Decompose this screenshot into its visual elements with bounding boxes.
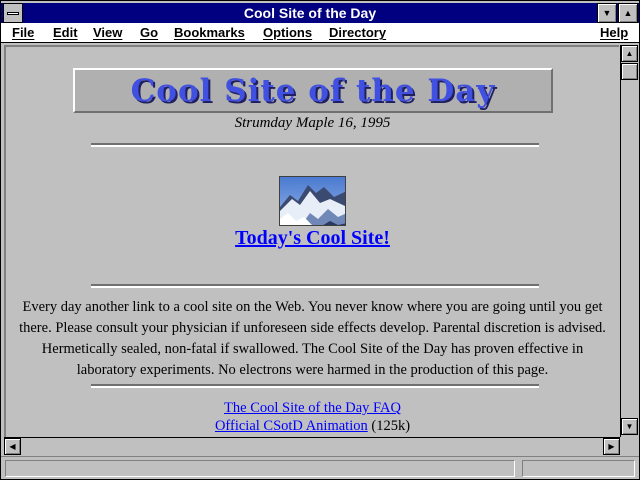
scroll-up-button[interactable]: ▲ [621, 45, 638, 62]
scroll-down-button[interactable]: ▼ [621, 418, 638, 435]
todays-cool-site-link-text[interactable]: Today's Cool Site! [235, 227, 390, 249]
faq-line: The Cool Site of the Day FAQ [6, 399, 619, 417]
menu-go[interactable]: Go [140, 24, 158, 41]
vertical-scrollbar[interactable]: ▲ ▼ [620, 45, 638, 437]
triangle-down-icon: ▼ [602, 8, 612, 18]
faq-link[interactable]: The Cool Site of the Day FAQ [224, 400, 401, 416]
menu-file[interactable]: File [12, 24, 34, 41]
mountain-image[interactable] [279, 176, 346, 226]
banner-title: Cool Site of the Day [130, 73, 496, 109]
progress-indicator [522, 460, 635, 477]
scroll-left-button[interactable]: ◀ [4, 438, 21, 455]
status-message [5, 460, 515, 477]
arrow-down-icon: ▼ [625, 422, 634, 431]
divider [91, 284, 539, 288]
maximize-button[interactable]: ▲ [618, 3, 638, 23]
menu-bar: File Edit View Go Bookmarks Options Dire… [1, 23, 639, 43]
minimize-button[interactable]: ▼ [597, 3, 617, 23]
menu-options[interactable]: Options [263, 24, 312, 41]
arrow-left-icon: ◀ [9, 442, 16, 451]
divider [91, 384, 539, 388]
arrow-up-icon: ▲ [625, 49, 634, 58]
mountain-picture [280, 177, 345, 225]
vertical-scroll-thumb[interactable] [621, 63, 638, 80]
menu-edit[interactable]: Edit [53, 24, 78, 41]
animation-size: (125k) [371, 418, 411, 434]
divider [91, 143, 539, 147]
todays-cool-site-link[interactable]: Today's Cool Site! [6, 227, 619, 250]
site-banner: Cool Site of the Day [73, 68, 553, 113]
page-viewport[interactable]: Cool Site of the Day Strumday Maple 16, … [4, 45, 619, 437]
intro-paragraph: Every day another link to a cool site on… [19, 299, 606, 378]
status-bar [1, 456, 639, 479]
menu-bookmarks[interactable]: Bookmarks [174, 24, 245, 41]
animation-line: Official CSotD Animation (125k) [6, 417, 619, 435]
window-title: Cool Site of the Day [243, 5, 377, 21]
menu-view[interactable]: View [93, 24, 122, 41]
menu-help[interactable]: Help [600, 24, 628, 41]
arrow-right-icon: ▶ [608, 442, 615, 451]
animation-link[interactable]: Official CSotD Animation [215, 418, 368, 434]
scroll-right-button[interactable]: ▶ [603, 438, 620, 455]
system-menu-icon [7, 12, 19, 15]
system-menu-button[interactable] [3, 3, 23, 23]
scrollbar-corner [620, 437, 638, 454]
browser-window: Cool Site of the Day ▼ ▲ File Edit View … [0, 0, 640, 480]
menu-directory[interactable]: Directory [329, 24, 386, 41]
horizontal-scrollbar[interactable]: ◀ ▶ [4, 437, 620, 455]
triangle-up-icon: ▲ [623, 8, 633, 18]
page-date: Strumday Maple 16, 1995 [234, 115, 391, 131]
title-bar[interactable]: Cool Site of the Day ▼ ▲ [1, 3, 639, 23]
